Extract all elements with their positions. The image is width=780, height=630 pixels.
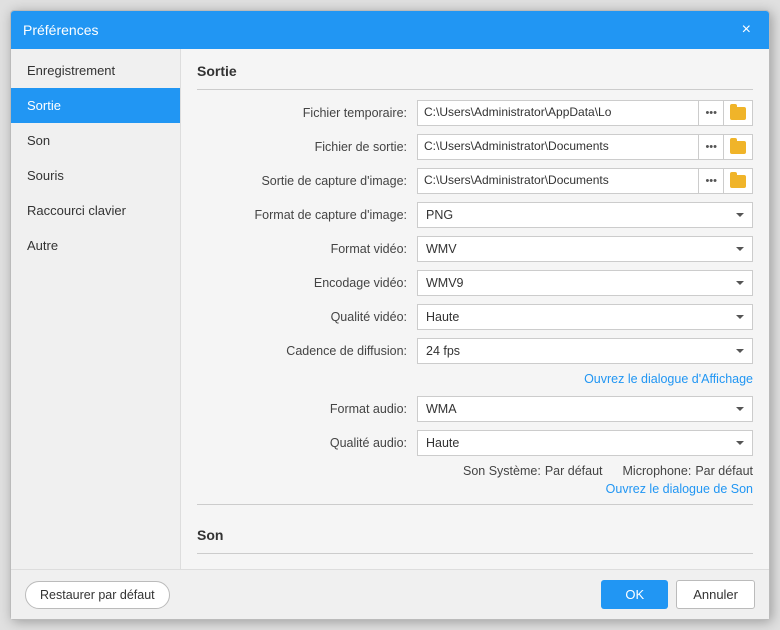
label-qualite-audio: Qualité audio: bbox=[197, 436, 417, 450]
folder-button-fichier-temporaire[interactable] bbox=[724, 100, 753, 126]
son-section: Son Son Système: ⚙ 🔊 bbox=[197, 504, 753, 569]
display-link[interactable]: Ouvrez le dialogue d'Affichage bbox=[584, 372, 753, 386]
microphone-value: Par défaut bbox=[695, 464, 753, 478]
son-link[interactable]: Ouvrez le dialogue de Son bbox=[606, 482, 753, 496]
bottom-right: OK Annuler bbox=[601, 580, 755, 609]
label-sortie-capture: Sortie de capture d'image: bbox=[197, 174, 417, 188]
label-cadence: Cadence de diffusion: bbox=[197, 344, 417, 358]
sidebar-item-autre[interactable]: Autre bbox=[11, 228, 180, 263]
row-display-link: Ouvrez le dialogue d'Affichage bbox=[197, 372, 753, 386]
microphone-status: Microphone: Par défaut bbox=[623, 464, 753, 478]
sidebar-item-sortie[interactable]: Sortie bbox=[11, 88, 180, 123]
select-qualite-audio[interactable]: Haute Moyenne Basse bbox=[417, 430, 753, 456]
row-fichier-temporaire: Fichier temporaire: C:\Users\Administrat… bbox=[197, 100, 753, 126]
folder-button-fichier-sortie[interactable] bbox=[724, 134, 753, 160]
label-qualite-video: Qualité vidéo: bbox=[197, 310, 417, 324]
select-format-capture[interactable]: PNG JPG BMP bbox=[417, 202, 753, 228]
label-fichier-temporaire: Fichier temporaire: bbox=[197, 106, 417, 120]
row-encodage-video: Encodage vidéo: WMV9 WMV8 H264 bbox=[197, 270, 753, 296]
control-qualite-audio: Haute Moyenne Basse bbox=[417, 430, 753, 456]
control-sortie-capture: C:\Users\Administrator\Documents ••• bbox=[417, 168, 753, 194]
select-qualite-video[interactable]: Haute Moyenne Basse bbox=[417, 304, 753, 330]
dots-button-fichier-temporaire[interactable]: ••• bbox=[699, 100, 724, 126]
control-format-video: WMV MP4 AVI bbox=[417, 236, 753, 262]
status-row: Son Système: Par défaut Microphone: Par … bbox=[197, 464, 753, 478]
title-bar: Préférences × bbox=[11, 11, 769, 49]
row-format-video: Format vidéo: WMV MP4 AVI bbox=[197, 236, 753, 262]
son-systeme-status: Son Système: Par défaut bbox=[463, 464, 603, 478]
control-encodage-video: WMV9 WMV8 H264 bbox=[417, 270, 753, 296]
restore-button[interactable]: Restaurer par défaut bbox=[25, 581, 170, 609]
dots-button-fichier-sortie[interactable]: ••• bbox=[699, 134, 724, 160]
row-format-capture: Format de capture d'image: PNG JPG BMP bbox=[197, 202, 753, 228]
son-systeme-value: Par défaut bbox=[545, 464, 603, 478]
dots-button-sortie-capture[interactable]: ••• bbox=[699, 168, 724, 194]
path-sortie-capture: C:\Users\Administrator\Documents bbox=[417, 168, 699, 194]
control-qualite-video: Haute Moyenne Basse bbox=[417, 304, 753, 330]
son-systeme-label: Son Système: bbox=[463, 464, 541, 478]
dialog-title: Préférences bbox=[23, 22, 98, 38]
row-format-audio: Format audio: WMA MP3 AAC bbox=[197, 396, 753, 422]
label-format-audio: Format audio: bbox=[197, 402, 417, 416]
select-cadence[interactable]: 24 fps 30 fps 60 fps bbox=[417, 338, 753, 364]
microphone-label: Microphone: bbox=[623, 464, 692, 478]
row-cadence: Cadence de diffusion: 24 fps 30 fps 60 f… bbox=[197, 338, 753, 364]
path-fichier-temporaire: C:\Users\Administrator\AppData\Lo bbox=[417, 100, 699, 126]
sidebar-item-raccourci-clavier[interactable]: Raccourci clavier bbox=[11, 193, 180, 228]
close-button[interactable]: × bbox=[736, 19, 757, 41]
cancel-button[interactable]: Annuler bbox=[676, 580, 755, 609]
folder-button-sortie-capture[interactable] bbox=[724, 168, 753, 194]
row-qualite-video: Qualité vidéo: Haute Moyenne Basse bbox=[197, 304, 753, 330]
label-format-video: Format vidéo: bbox=[197, 242, 417, 256]
section-title-sortie: Sortie bbox=[197, 49, 753, 90]
folder-icon-capture bbox=[730, 175, 746, 188]
path-fichier-sortie: C:\Users\Administrator\Documents bbox=[417, 134, 699, 160]
section-title-son: Son bbox=[197, 513, 753, 554]
row-sortie-capture: Sortie de capture d'image: C:\Users\Admi… bbox=[197, 168, 753, 194]
folder-icon-sortie bbox=[730, 141, 746, 154]
control-format-capture: PNG JPG BMP bbox=[417, 202, 753, 228]
control-cadence: 24 fps 30 fps 60 fps bbox=[417, 338, 753, 364]
ok-button[interactable]: OK bbox=[601, 580, 668, 609]
sidebar-item-son[interactable]: Son bbox=[11, 123, 180, 158]
main-content: Sortie Fichier temporaire: C:\Users\Admi… bbox=[181, 49, 769, 569]
label-fichier-sortie: Fichier de sortie: bbox=[197, 140, 417, 154]
select-format-video[interactable]: WMV MP4 AVI bbox=[417, 236, 753, 262]
control-format-audio: WMA MP3 AAC bbox=[417, 396, 753, 422]
row-fichier-sortie: Fichier de sortie: C:\Users\Administrato… bbox=[197, 134, 753, 160]
control-fichier-sortie: C:\Users\Administrator\Documents ••• bbox=[417, 134, 753, 160]
sidebar-item-enregistrement[interactable]: Enregistrement bbox=[11, 53, 180, 88]
label-encodage-video: Encodage vidéo: bbox=[197, 276, 417, 290]
row-qualite-audio: Qualité audio: Haute Moyenne Basse bbox=[197, 430, 753, 456]
sidebar-item-souris[interactable]: Souris bbox=[11, 158, 180, 193]
dialog-body: Enregistrement Sortie Son Souris Raccour… bbox=[11, 49, 769, 569]
control-fichier-temporaire: C:\Users\Administrator\AppData\Lo ••• bbox=[417, 100, 753, 126]
row-son-link: Ouvrez le dialogue de Son bbox=[197, 482, 753, 496]
folder-icon bbox=[730, 107, 746, 120]
label-format-capture: Format de capture d'image: bbox=[197, 208, 417, 222]
sidebar: Enregistrement Sortie Son Souris Raccour… bbox=[11, 49, 181, 569]
preferences-dialog: Préférences × Enregistrement Sortie Son … bbox=[10, 10, 770, 620]
select-format-audio[interactable]: WMA MP3 AAC bbox=[417, 396, 753, 422]
select-encodage-video[interactable]: WMV9 WMV8 H264 bbox=[417, 270, 753, 296]
bottom-bar: Restaurer par défaut OK Annuler bbox=[11, 569, 769, 619]
